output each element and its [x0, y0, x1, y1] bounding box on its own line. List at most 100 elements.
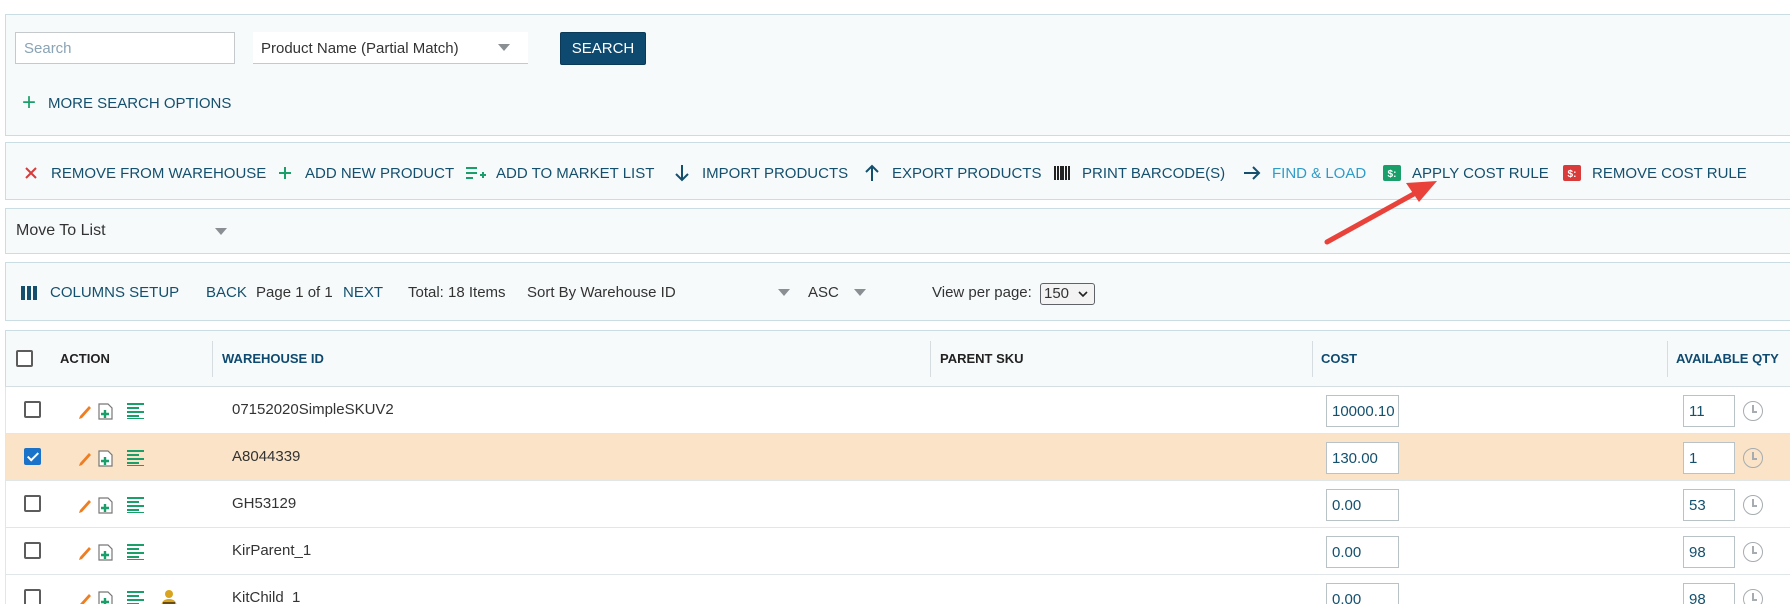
details-list-icon[interactable]	[127, 450, 144, 466]
column-divider	[930, 341, 931, 377]
import-products-button[interactable]: IMPORT PRODUCTS	[671, 163, 848, 183]
print-barcodes-button[interactable]: PRINT BARCODE(S)	[1051, 163, 1225, 183]
row-checkbox[interactable]	[24, 589, 41, 604]
warehouse-id-cell[interactable]: GH53129	[232, 495, 296, 512]
available-qty-input[interactable]: 98	[1683, 583, 1735, 604]
column-divider	[212, 341, 213, 377]
view-per-page-value: 150	[1044, 285, 1070, 302]
table-row[interactable]: GH53129 0.00 53	[5, 481, 1790, 528]
sort-by-select[interactable]: Sort By Warehouse ID	[527, 284, 676, 301]
arrow-right-icon	[1241, 163, 1263, 183]
view-per-page-label: View per page:	[932, 284, 1032, 301]
chevron-down-icon[interactable]	[215, 228, 227, 235]
details-list-icon[interactable]	[127, 544, 144, 560]
move-to-list-select[interactable]: Move To List	[16, 222, 106, 240]
row-actions	[77, 401, 144, 421]
chevron-down-icon[interactable]	[778, 289, 790, 296]
pagination-panel: COLUMNS SETUP BACK Page 1 of 1 NEXT Tota…	[5, 262, 1790, 321]
more-search-options-link[interactable]: + MORE SEARCH OPTIONS	[22, 91, 231, 115]
remove-cost-rule-button[interactable]: $: REMOVE COST RULE	[1561, 163, 1747, 183]
chevron-down-icon	[1078, 291, 1088, 298]
history-clock-icon[interactable]	[1743, 495, 1763, 515]
search-input[interactable]	[15, 32, 235, 64]
header-available-qty[interactable]: AVAILABLE QTY	[1676, 351, 1779, 366]
page-info: Page 1 of 1	[256, 284, 333, 301]
chevron-down-icon	[498, 44, 510, 51]
edit-pencil-icon[interactable]	[77, 403, 93, 419]
next-button[interactable]: NEXT	[343, 284, 383, 301]
table-row[interactable]: 07152020SimpleSKUV2 10000.10 11	[5, 387, 1790, 434]
back-button[interactable]: BACK	[206, 284, 247, 301]
remove-from-warehouse-button[interactable]: REMOVE FROM WAREHOUSE	[20, 163, 266, 183]
search-field-select[interactable]: Product Name (Partial Match)	[253, 32, 528, 64]
header-action: ACTION	[60, 351, 110, 366]
add-to-market-list-button[interactable]: ADD TO MARKET LIST	[465, 163, 654, 183]
row-actions	[77, 495, 144, 515]
history-clock-icon[interactable]	[1743, 589, 1763, 604]
add-to-market-list-label: ADD TO MARKET LIST	[496, 164, 655, 182]
row-checkbox[interactable]	[24, 448, 41, 465]
edit-pencil-icon[interactable]	[77, 450, 93, 466]
apply-cost-rule-button[interactable]: $: APPLY COST RULE	[1381, 163, 1549, 183]
barcode-icon	[1051, 163, 1073, 183]
details-list-icon[interactable]	[127, 591, 144, 604]
available-qty-input[interactable]: 1	[1683, 442, 1735, 474]
import-products-label: IMPORT PRODUCTS	[702, 164, 849, 182]
table-row[interactable]: KirParent_1 0.00 98	[5, 528, 1790, 575]
apply-cost-rule-label: APPLY COST RULE	[1412, 164, 1549, 182]
history-clock-icon[interactable]	[1743, 401, 1763, 421]
row-checkbox[interactable]	[24, 542, 41, 559]
cost-input[interactable]: 10000.10	[1326, 395, 1399, 427]
edit-pencil-icon[interactable]	[77, 497, 93, 513]
arrow-down-icon	[671, 163, 693, 183]
find-and-load-button[interactable]: FIND & LOAD	[1241, 163, 1366, 183]
history-clock-icon[interactable]	[1743, 542, 1763, 562]
total-items: Total: 18 Items	[408, 284, 506, 301]
add-document-icon[interactable]	[98, 590, 113, 604]
kit-person-icon[interactable]	[158, 589, 180, 604]
money-icon-glyph: $:	[1388, 169, 1397, 180]
row-checkbox[interactable]	[24, 401, 41, 418]
available-qty-input[interactable]: 98	[1683, 536, 1735, 568]
warehouse-id-cell[interactable]: 07152020SimpleSKUV2	[232, 401, 394, 418]
select-all-checkbox[interactable]	[16, 350, 33, 367]
available-qty-input[interactable]: 53	[1683, 489, 1735, 521]
columns-setup-label: COLUMNS SETUP	[50, 284, 180, 301]
view-per-page-select[interactable]: 150	[1040, 283, 1095, 305]
money-remove-icon-glyph: $:	[1568, 169, 1577, 180]
header-cost[interactable]: COST	[1321, 351, 1357, 366]
details-list-icon[interactable]	[127, 497, 144, 513]
export-products-label: EXPORT PRODUCTS	[892, 164, 1042, 182]
edit-pencil-icon[interactable]	[77, 544, 93, 560]
add-document-icon[interactable]	[98, 543, 113, 561]
row-checkbox[interactable]	[24, 495, 41, 512]
add-document-icon[interactable]	[98, 402, 113, 420]
details-list-icon[interactable]	[127, 403, 144, 419]
header-warehouse-id[interactable]: WAREHOUSE ID	[222, 351, 324, 366]
sort-order-select[interactable]: ASC	[808, 284, 839, 301]
warehouse-id-cell[interactable]: KirParent_1	[232, 542, 311, 559]
chevron-down-icon[interactable]	[854, 289, 866, 296]
cost-input[interactable]: 0.00	[1326, 536, 1399, 568]
table-row[interactable]: KitChild_1 0.00 98	[5, 575, 1790, 604]
search-button[interactable]: SEARCH	[560, 32, 646, 65]
add-document-icon[interactable]	[98, 449, 113, 467]
table-body: 07152020SimpleSKUV2 10000.10 11 A8044339 130…	[5, 387, 1790, 604]
cost-input[interactable]: 0.00	[1326, 489, 1399, 521]
columns-setup-button[interactable]: COLUMNS SETUP	[21, 284, 179, 301]
warehouse-id-cell[interactable]: KitChild_1	[232, 589, 300, 604]
header-parent-sku[interactable]: PARENT SKU	[940, 351, 1024, 366]
products-table: ACTION WAREHOUSE ID PARENT SKU COST AVAI…	[5, 330, 1790, 604]
cost-input[interactable]: 0.00	[1326, 583, 1399, 604]
remove-from-warehouse-label: REMOVE FROM WAREHOUSE	[51, 164, 267, 182]
cost-input[interactable]: 130.00	[1326, 442, 1399, 474]
table-row[interactable]: A8044339 130.00 1	[5, 434, 1790, 481]
add-new-product-button[interactable]: ADD NEW PRODUCT	[274, 163, 454, 183]
column-divider	[1312, 341, 1313, 377]
history-clock-icon[interactable]	[1743, 448, 1763, 468]
warehouse-id-cell[interactable]: A8044339	[232, 448, 300, 465]
add-document-icon[interactable]	[98, 496, 113, 514]
available-qty-input[interactable]: 11	[1683, 395, 1735, 427]
export-products-button[interactable]: EXPORT PRODUCTS	[861, 163, 1041, 183]
edit-pencil-icon[interactable]	[77, 591, 93, 604]
